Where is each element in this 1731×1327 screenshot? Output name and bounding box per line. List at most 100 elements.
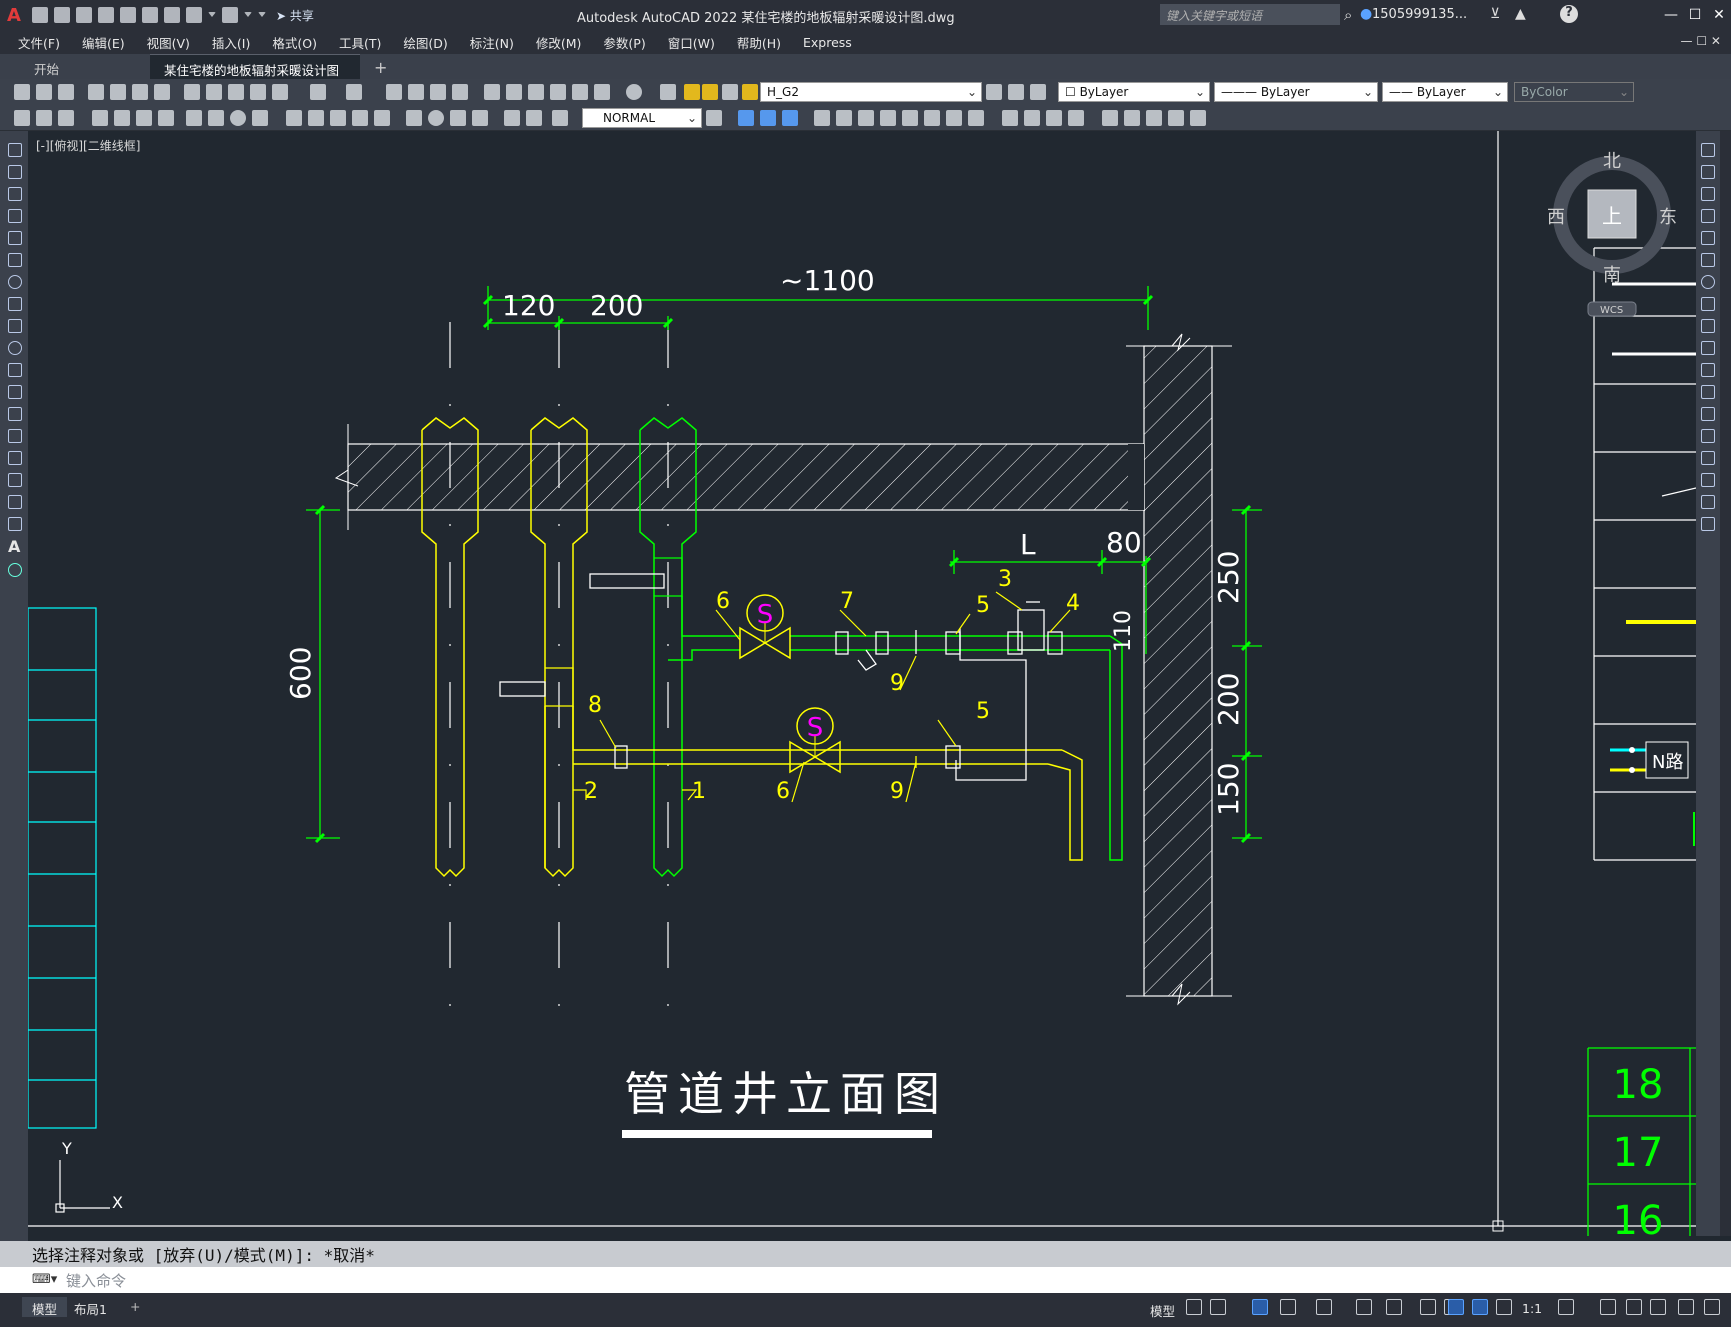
tool-palettes-icon[interactable] bbox=[528, 84, 544, 100]
menu-tools[interactable]: 工具(T) bbox=[339, 33, 381, 52]
angular-dim-icon[interactable] bbox=[252, 110, 268, 126]
plot-icon[interactable] bbox=[164, 7, 180, 23]
radius-dim-icon[interactable] bbox=[186, 110, 202, 126]
offset-icon[interactable] bbox=[1701, 209, 1715, 223]
drawing-canvas[interactable]: S S 6 7 5 3 4 9 8 6 5 9 2 1 ~1100 120 20… bbox=[27, 131, 1697, 1244]
3d-print-icon[interactable] bbox=[154, 84, 170, 100]
annotation-scale-icon[interactable] bbox=[1496, 1299, 1512, 1315]
snap-icon[interactable] bbox=[1210, 1299, 1226, 1315]
text-style-edit-icon[interactable] bbox=[706, 110, 722, 126]
menu-format[interactable]: 格式(O) bbox=[272, 33, 317, 52]
trim-modify-icon[interactable] bbox=[1701, 341, 1715, 355]
tolerance-icon[interactable] bbox=[406, 110, 422, 126]
tab-layout1[interactable]: 布局1 bbox=[64, 1297, 117, 1317]
customization-menu-icon[interactable] bbox=[1704, 1299, 1720, 1315]
blend-icon[interactable] bbox=[1701, 495, 1715, 509]
model-space-button[interactable]: 模型 bbox=[1150, 1301, 1175, 1320]
menu-draw[interactable]: 绘图(D) bbox=[403, 33, 447, 52]
hatch-draw-icon[interactable] bbox=[8, 451, 22, 465]
publish-icon[interactable] bbox=[132, 84, 148, 100]
polar-icon[interactable] bbox=[1280, 1299, 1296, 1315]
qnew-icon[interactable] bbox=[14, 84, 30, 100]
arc-icon[interactable] bbox=[8, 253, 22, 267]
menu-file[interactable]: 文件(F) bbox=[18, 33, 60, 52]
break-point-icon[interactable] bbox=[1701, 385, 1715, 399]
menu-edit[interactable]: 编辑(E) bbox=[82, 33, 125, 52]
explode-modify-icon[interactable] bbox=[1701, 517, 1715, 531]
menu-window[interactable]: 窗口(W) bbox=[668, 33, 715, 52]
lineweight-icon[interactable] bbox=[1420, 1299, 1436, 1315]
minimize-icon[interactable]: — bbox=[1659, 0, 1683, 30]
trim-icon[interactable] bbox=[902, 110, 918, 126]
scale-icon[interactable] bbox=[858, 110, 874, 126]
rotate-icon[interactable] bbox=[836, 110, 852, 126]
move-icon[interactable] bbox=[814, 110, 830, 126]
menu-insert[interactable]: 插入(I) bbox=[212, 33, 250, 52]
object-snap-tracking-icon[interactable] bbox=[1356, 1299, 1372, 1315]
chamfer-modify-icon[interactable] bbox=[1701, 451, 1715, 465]
undo-tool-icon[interactable] bbox=[310, 84, 326, 100]
clean-screen-icon[interactable] bbox=[1678, 1299, 1694, 1315]
vertical-scrollbar[interactable] bbox=[1720, 131, 1731, 1236]
lineweight-dropdown[interactable]: —— ByLayer ⌄ bbox=[1382, 82, 1508, 102]
join-modify-icon[interactable] bbox=[1701, 429, 1715, 443]
menu-express[interactable]: Express bbox=[803, 35, 852, 50]
menu-help[interactable]: 帮助(H) bbox=[737, 33, 781, 52]
zoom-window-icon[interactable] bbox=[430, 84, 446, 100]
offset-object-icon[interactable] bbox=[782, 110, 798, 126]
break-icon[interactable] bbox=[946, 110, 962, 126]
add-layout-button[interactable]: + bbox=[120, 1297, 150, 1317]
calculator-icon[interactable] bbox=[594, 84, 610, 100]
gradient-icon[interactable] bbox=[8, 473, 22, 487]
insert-block-icon[interactable] bbox=[1102, 110, 1118, 126]
jogged-linear-icon[interactable] bbox=[472, 110, 488, 126]
plotstyle-dropdown[interactable]: ByColor ⌄ bbox=[1514, 82, 1634, 102]
menu-parametric[interactable]: 参数(P) bbox=[603, 33, 645, 52]
new-icon[interactable] bbox=[32, 7, 48, 23]
open-icon[interactable] bbox=[54, 7, 70, 23]
dim-edit-icon[interactable] bbox=[504, 110, 520, 126]
linetype-dropdown[interactable]: ——— ByLayer ⌄ bbox=[1214, 82, 1378, 102]
table-icon[interactable] bbox=[8, 517, 22, 531]
copy-modify-icon[interactable] bbox=[1701, 165, 1715, 179]
mirror-object-icon[interactable] bbox=[760, 110, 776, 126]
move-modify-icon[interactable] bbox=[1701, 253, 1715, 267]
app-logo-icon[interactable]: A bbox=[0, 0, 28, 30]
menu-modify[interactable]: 修改(M) bbox=[536, 33, 582, 52]
open-web-icon[interactable] bbox=[120, 7, 136, 23]
print-icon[interactable] bbox=[88, 84, 104, 100]
join-icon[interactable] bbox=[968, 110, 984, 126]
text-style-dropdown[interactable]: NORMAL ⌄ bbox=[582, 108, 702, 128]
inspection-icon[interactable] bbox=[450, 110, 466, 126]
mtext-icon[interactable]: A bbox=[8, 537, 20, 556]
extend-icon[interactable] bbox=[924, 110, 940, 126]
copy-icon[interactable] bbox=[206, 84, 222, 100]
make-block-icon[interactable] bbox=[1124, 110, 1140, 126]
maximize-icon[interactable]: ☐ bbox=[1683, 0, 1707, 30]
hatch-icon[interactable] bbox=[1168, 110, 1184, 126]
rotate-modify-icon[interactable] bbox=[1701, 275, 1715, 289]
block-editor-icon[interactable] bbox=[272, 84, 288, 100]
viewcube[interactable]: 上 北 南 东 西 WCS bbox=[1547, 151, 1677, 317]
layer-freeze-icon[interactable] bbox=[702, 84, 718, 100]
revcloud-icon[interactable] bbox=[8, 297, 22, 311]
undo-icon[interactable] bbox=[186, 7, 202, 23]
tab-drawing[interactable]: 某住宅楼的地板辐射采暖设计图*✕ bbox=[150, 54, 360, 94]
viewport-label[interactable]: [-][俯视][二维线框] bbox=[36, 137, 140, 154]
dim-style-control-icon[interactable] bbox=[552, 110, 568, 126]
save-file-icon[interactable] bbox=[58, 84, 74, 100]
construction-line-icon[interactable] bbox=[8, 165, 22, 179]
auto-scale-icon[interactable] bbox=[1472, 1299, 1488, 1315]
region-icon[interactable] bbox=[1190, 110, 1206, 126]
undo-dropdown-icon[interactable] bbox=[208, 12, 216, 18]
annotation-visibility-icon[interactable] bbox=[1448, 1299, 1464, 1315]
close-icon[interactable]: ✕ bbox=[1707, 0, 1731, 30]
layer-properties-icon[interactable] bbox=[660, 84, 676, 100]
redo-tool-icon[interactable] bbox=[346, 84, 362, 100]
fillet-icon[interactable] bbox=[1024, 110, 1040, 126]
polygon-icon[interactable] bbox=[8, 209, 22, 223]
ordinate-dim-icon[interactable] bbox=[158, 110, 174, 126]
match-properties-icon[interactable] bbox=[250, 84, 266, 100]
print-preview-icon[interactable] bbox=[110, 84, 126, 100]
redo-dropdown-icon[interactable] bbox=[244, 12, 252, 18]
